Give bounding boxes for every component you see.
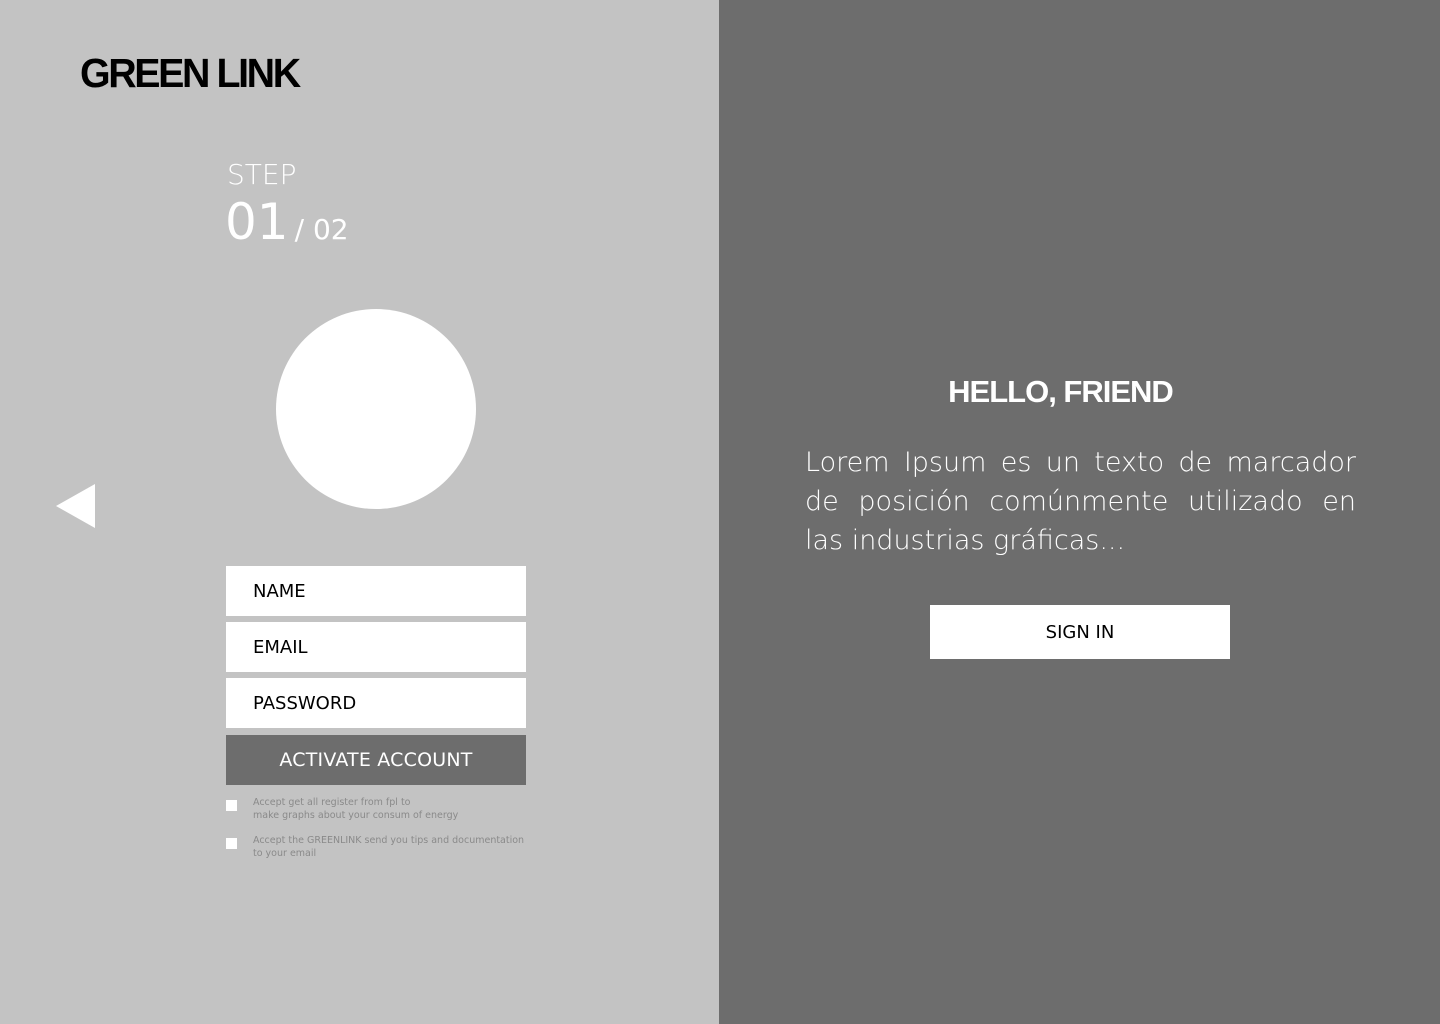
consent-text-tips: Accept the GREENLINK send you tips and d… (253, 834, 525, 860)
password-field[interactable] (226, 678, 526, 728)
consent-row-tips: Accept the GREENLINK send you tips and d… (226, 834, 525, 860)
welcome-title: HELLO, FRIEND (948, 374, 1174, 409)
step-total: / 02 (294, 213, 349, 246)
step-label: STEP (227, 158, 297, 191)
welcome-text: Lorem Ipsum es un texto de marcador de p… (805, 447, 1356, 556)
consent-text-graphs: Accept get all register from fpl to make… (253, 796, 523, 822)
email-field[interactable] (226, 622, 526, 672)
avatar-placeholder[interactable] (276, 309, 476, 509)
consent-checkbox-graphs[interactable] (226, 800, 237, 811)
brand-logo: GREEN LINK (80, 50, 301, 96)
consent-text-line: to your email (253, 848, 317, 859)
activate-account-button[interactable]: ACTIVATE ACCOUNT (226, 735, 526, 785)
consent-checkbox-tips[interactable] (226, 838, 237, 849)
back-arrow-icon[interactable] (56, 484, 96, 528)
consent-text-line: Accept the GREENLINK send you tips and d… (253, 835, 525, 846)
consent-text-line: Accept get all register from fpl to (253, 797, 411, 808)
step-current: 01 (225, 193, 289, 251)
consent-row-graphs: Accept get all register from fpl to make… (226, 796, 523, 822)
step-counter: 01/ 02 (225, 192, 349, 252)
signup-panel: GREEN LINK STEP 01/ 02 ACTIVATE ACCOUNT … (0, 0, 719, 1024)
consent-text-line: make graphs about your consum of energy (253, 810, 459, 821)
name-field[interactable] (226, 566, 526, 616)
sign-in-button[interactable]: SIGN IN (930, 605, 1230, 659)
